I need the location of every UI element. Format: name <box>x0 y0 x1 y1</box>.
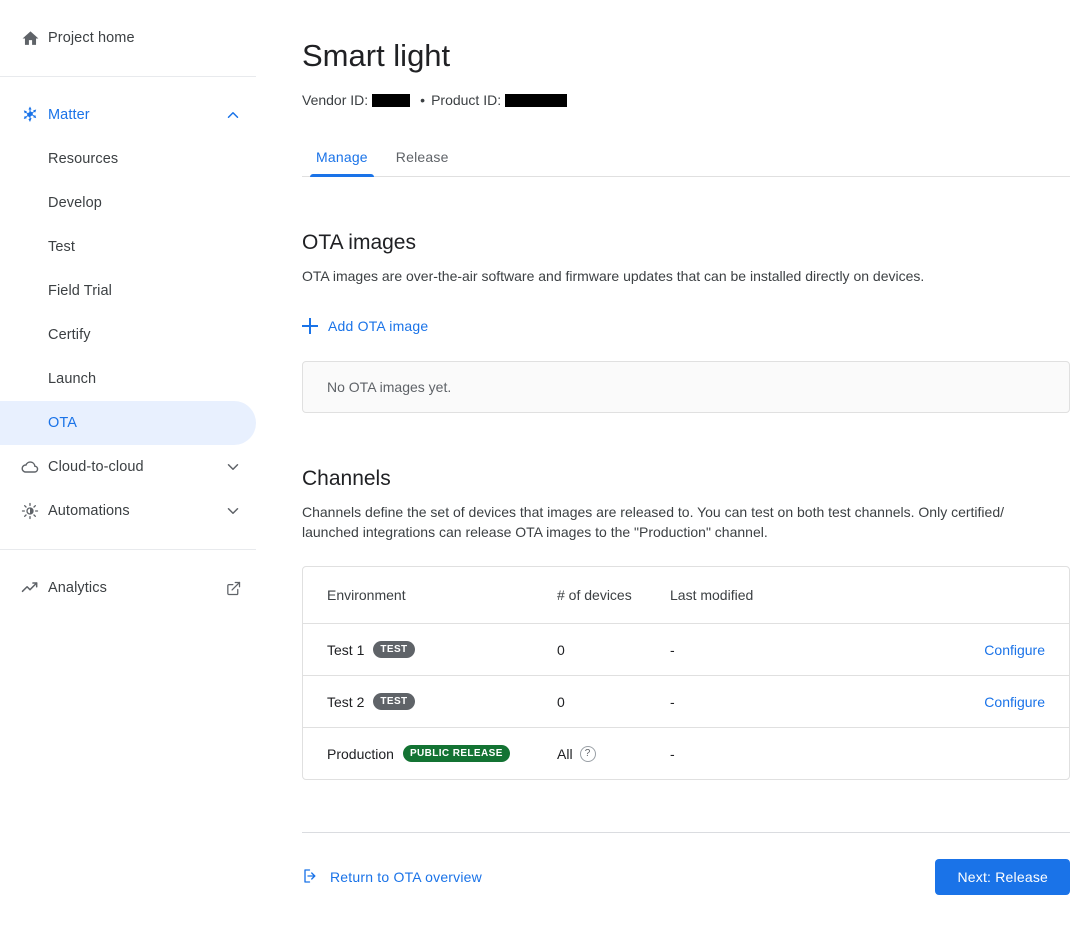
sidebar-item-label: Field Trial <box>48 283 244 299</box>
cell-environment: Test 1 TEST <box>327 641 557 658</box>
cell-last-modified: - <box>670 642 955 658</box>
cell-devices: 0 <box>557 694 670 710</box>
sidebar-item-launch[interactable]: Launch <box>0 357 256 401</box>
environment-name: Production <box>327 746 394 762</box>
sidebar-item-field-trial[interactable]: Field Trial <box>0 269 256 313</box>
footer-actions: Return to OTA overview Next: Release <box>302 859 1070 895</box>
cell-action: Configure <box>955 694 1045 710</box>
sidebar-group-cloud-to-cloud[interactable]: Cloud-to-cloud <box>0 445 256 489</box>
ota-images-empty-text: No OTA images yet. <box>327 379 451 395</box>
sidebar-item-label: Project home <box>48 30 244 46</box>
channels-section: Channels Channels define the set of devi… <box>302 465 1087 780</box>
trending-up-icon <box>12 578 48 598</box>
sidebar-item-label: Develop <box>48 195 244 211</box>
tab-release[interactable]: Release <box>382 149 463 176</box>
device-count: All <box>557 746 573 762</box>
automation-icon <box>12 501 48 521</box>
ota-images-section: OTA images OTA images are over-the-air s… <box>302 229 1087 413</box>
main-content: Smart light Vendor ID: • Product ID: Man… <box>256 0 1087 933</box>
add-ota-image-label: Add OTA image <box>328 318 428 334</box>
status-badge: TEST <box>373 641 414 658</box>
environment-name: Test 2 <box>327 694 364 710</box>
table-row: Production PUBLIC RELEASE All ? - <box>303 727 1069 779</box>
tab-bar: Manage Release <box>302 140 1070 177</box>
cell-devices: All ? <box>557 746 670 762</box>
sidebar-item-label: Test <box>48 239 244 255</box>
table-header-row: Environment # of devices Last modified <box>303 567 1069 623</box>
sidebar-item-label: Resources <box>48 151 244 167</box>
chevron-down-icon[interactable] <box>222 458 244 476</box>
sidebar-item-test[interactable]: Test <box>0 225 256 269</box>
next-release-button[interactable]: Next: Release <box>935 859 1070 895</box>
sidebar: Project home Matter Resources Develop <box>0 0 256 933</box>
spacer <box>0 533 256 549</box>
return-arrow-icon <box>302 867 320 888</box>
cell-last-modified: - <box>670 746 955 762</box>
device-id-line: Vendor ID: • Product ID: <box>302 90 1087 110</box>
configure-link[interactable]: Configure <box>984 642 1045 658</box>
footer-divider <box>302 832 1070 833</box>
sidebar-item-project-home[interactable]: Project home <box>0 16 256 60</box>
return-to-ota-overview-link[interactable]: Return to OTA overview <box>302 867 482 888</box>
sidebar-group-label: Cloud-to-cloud <box>48 459 222 475</box>
column-header-last-modified: Last modified <box>670 587 955 603</box>
sidebar-item-resources[interactable]: Resources <box>0 137 256 181</box>
chevron-down-icon[interactable] <box>222 502 244 520</box>
environment-name: Test 1 <box>327 642 364 658</box>
sidebar-group-label: Automations <box>48 503 222 519</box>
spacer <box>0 60 256 76</box>
vendor-id-redacted-value <box>372 94 410 107</box>
column-header-environment: Environment <box>327 587 557 603</box>
help-icon[interactable]: ? <box>580 746 596 762</box>
return-link-label: Return to OTA overview <box>330 869 482 885</box>
cell-last-modified: - <box>670 694 955 710</box>
cell-action: Configure <box>955 642 1045 658</box>
status-badge: PUBLIC RELEASE <box>403 745 510 762</box>
chevron-up-icon[interactable] <box>222 106 244 124</box>
sidebar-group-automations[interactable]: Automations <box>0 489 256 533</box>
separator-dot: • <box>420 90 425 110</box>
ota-images-title: OTA images <box>302 229 1087 257</box>
open-in-new-icon[interactable] <box>222 580 244 597</box>
cloud-icon <box>12 457 48 477</box>
sidebar-item-label: Analytics <box>48 580 222 596</box>
product-id-label: Product ID: <box>431 90 501 110</box>
device-count: 0 <box>557 642 565 658</box>
status-badge: TEST <box>373 693 414 710</box>
sidebar-item-ota[interactable]: OTA <box>0 401 256 445</box>
channels-description: Channels define the set of devices that … <box>302 502 1062 542</box>
sidebar-item-certify[interactable]: Certify <box>0 313 256 357</box>
sidebar-group-label: Matter <box>48 107 222 123</box>
configure-link[interactable]: Configure <box>984 694 1045 710</box>
channels-table: Environment # of devices Last modified T… <box>302 566 1070 780</box>
ota-images-empty-state: No OTA images yet. <box>302 361 1070 413</box>
sidebar-group-matter[interactable]: Matter <box>0 93 256 137</box>
home-icon <box>12 29 48 48</box>
add-ota-image-button[interactable]: Add OTA image <box>302 318 428 334</box>
sidebar-item-label: Launch <box>48 371 244 387</box>
app-root: Project home Matter Resources Develop <box>0 0 1087 933</box>
ota-images-description: OTA images are over-the-air software and… <box>302 266 1062 286</box>
table-row: Test 2 TEST 0 - Configure <box>303 675 1069 727</box>
sidebar-item-develop[interactable]: Develop <box>0 181 256 225</box>
plus-icon <box>302 318 318 334</box>
spacer <box>0 77 256 93</box>
column-header-devices: # of devices <box>557 587 670 603</box>
product-id-redacted-value <box>505 94 567 107</box>
page-title: Smart light <box>302 36 1087 76</box>
vendor-id-label: Vendor ID: <box>302 90 368 110</box>
cell-environment: Test 2 TEST <box>327 693 557 710</box>
sidebar-item-label: OTA <box>48 415 244 431</box>
cell-devices: 0 <box>557 642 670 658</box>
table-row: Test 1 TEST 0 - Configure <box>303 623 1069 675</box>
device-count: 0 <box>557 694 565 710</box>
channels-title: Channels <box>302 465 1087 493</box>
sidebar-item-label: Certify <box>48 327 244 343</box>
cell-environment: Production PUBLIC RELEASE <box>327 745 557 762</box>
tab-manage[interactable]: Manage <box>302 149 382 176</box>
matter-icon <box>12 105 48 125</box>
sidebar-item-analytics[interactable]: Analytics <box>0 566 256 610</box>
spacer <box>0 550 256 566</box>
